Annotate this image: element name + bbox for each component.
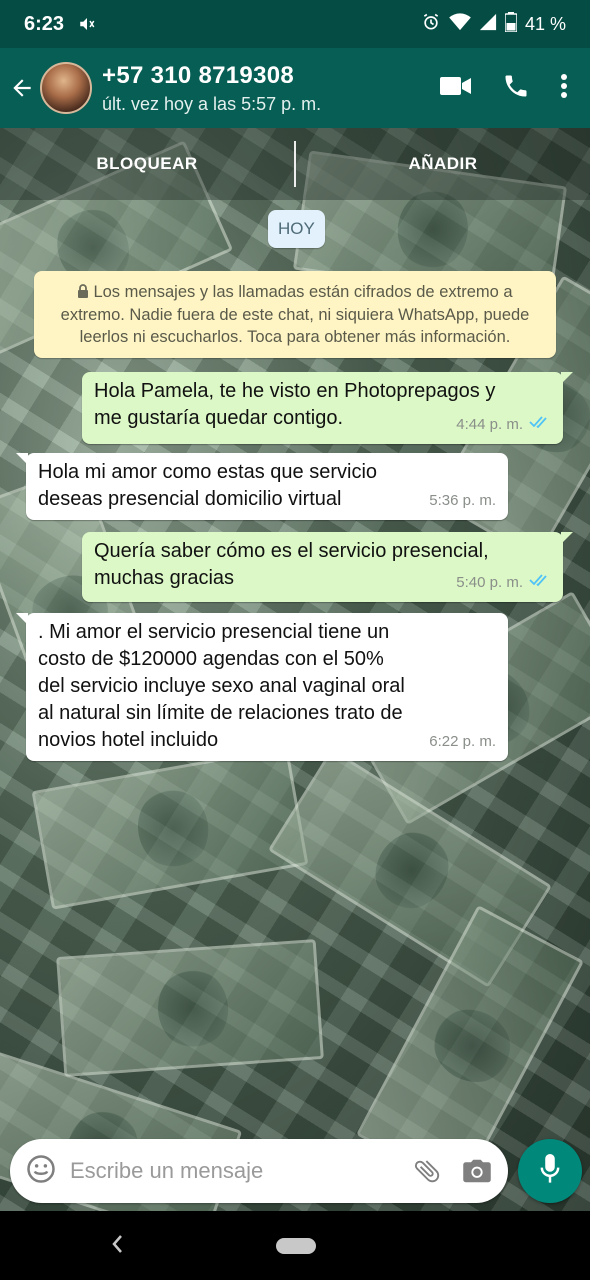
message-time: 4:44 p. m. <box>456 416 523 433</box>
status-right: 41 % <box>421 11 566 37</box>
message-line: novios hotel incluido <box>38 729 219 751</box>
battery-icon <box>504 11 518 37</box>
message-line: costo de $120000 agendas con el 50% <box>38 648 384 670</box>
block-add-bar: BLOQUEAR AÑADIR <box>0 128 590 200</box>
message-bubble-outgoing[interactable]: Quería saber cómo es el servicio presenc… <box>82 532 573 602</box>
mic-button[interactable] <box>518 1139 582 1203</box>
message-line: . Mi amor el servicio presencial tiene u… <box>38 621 390 643</box>
encryption-notice[interactable]: Los mensajes y las llamadas están cifrad… <box>34 271 556 358</box>
message-meta: 6:22 p. m. <box>429 728 496 755</box>
status-bar: 6:23 41 % <box>0 0 590 48</box>
emoji-icon[interactable] <box>26 1154 56 1189</box>
header-actions <box>440 72 568 105</box>
message-line: Hola mi amor como estas que servicio <box>38 461 378 483</box>
date-chip: HOY <box>268 210 325 248</box>
block-button[interactable]: BLOQUEAR <box>0 154 294 174</box>
more-vert-icon[interactable] <box>560 73 568 104</box>
volume-off-icon <box>78 15 96 33</box>
add-contact-button[interactable]: AÑADIR <box>296 154 590 174</box>
message-line: deseas presencial domicilio virtual <box>38 488 342 510</box>
double-check-read-icon <box>529 411 551 438</box>
message-time: 6:22 p. m. <box>429 733 496 750</box>
message-input[interactable]: Escribe un mensaje <box>70 1158 392 1184</box>
signal-icon <box>479 13 497 36</box>
message-composer: Escribe un mensaje <box>10 1139 508 1203</box>
status-time: 6:23 <box>24 12 65 35</box>
mic-icon <box>539 1153 561 1189</box>
contact-name: +57 310 8719308 <box>102 61 295 89</box>
system-nav-bar <box>0 1211 590 1280</box>
battery-level: 41 % <box>524 13 566 34</box>
nav-back-icon[interactable] <box>110 1233 124 1260</box>
message-time: 5:40 p. m. <box>456 574 523 591</box>
message-time: 5:36 p. m. <box>429 492 496 509</box>
lock-icon <box>77 282 89 304</box>
back-arrow-icon[interactable] <box>4 48 40 128</box>
encryption-text: Los mensajes y las llamadas están cifrad… <box>60 283 530 346</box>
camera-icon[interactable] <box>462 1157 492 1185</box>
message-bubble-incoming[interactable]: Hola mi amor como estas que servicio des… <box>16 453 508 520</box>
nav-home-pill[interactable] <box>276 1238 316 1254</box>
phone-icon[interactable] <box>502 72 530 105</box>
chat-area[interactable]: BLOQUEAR AÑADIR HOY Los mensajes y las l… <box>0 128 590 1211</box>
message-line: Hola Pamela, te he visto en Photoprepago… <box>94 380 496 402</box>
chat-header: +57 310 8719308 últ. vez hoy a las 5:57 … <box>0 48 590 128</box>
message-line: al natural sin límite de relaciones trat… <box>38 702 403 724</box>
double-check-read-icon <box>529 569 551 596</box>
message-meta: 5:36 p. m. <box>429 487 496 514</box>
last-seen: últ. vez hoy a las 5:57 p. m. <box>102 93 322 114</box>
attach-icon[interactable] <box>412 1156 442 1186</box>
contact-info[interactable]: +57 310 8719308 últ. vez hoy a las 5:57 … <box>102 62 440 115</box>
message-line: del servicio incluye sexo anal vaginal o… <box>38 675 405 697</box>
wifi-icon <box>449 12 471 36</box>
message-bubble-outgoing[interactable]: Hola Pamela, te he visto en Photoprepago… <box>82 372 573 444</box>
message-meta: 5:40 p. m. <box>456 569 551 596</box>
message-meta: 4:44 p. m. <box>456 411 551 438</box>
alarm-icon <box>421 12 441 37</box>
video-call-icon[interactable] <box>440 75 472 102</box>
avatar[interactable] <box>40 62 92 114</box>
message-line: Quería saber cómo es el servicio presenc… <box>94 540 489 562</box>
message-bubble-incoming[interactable]: . Mi amor el servicio presencial tiene u… <box>16 613 508 761</box>
bar-divider <box>294 141 296 187</box>
